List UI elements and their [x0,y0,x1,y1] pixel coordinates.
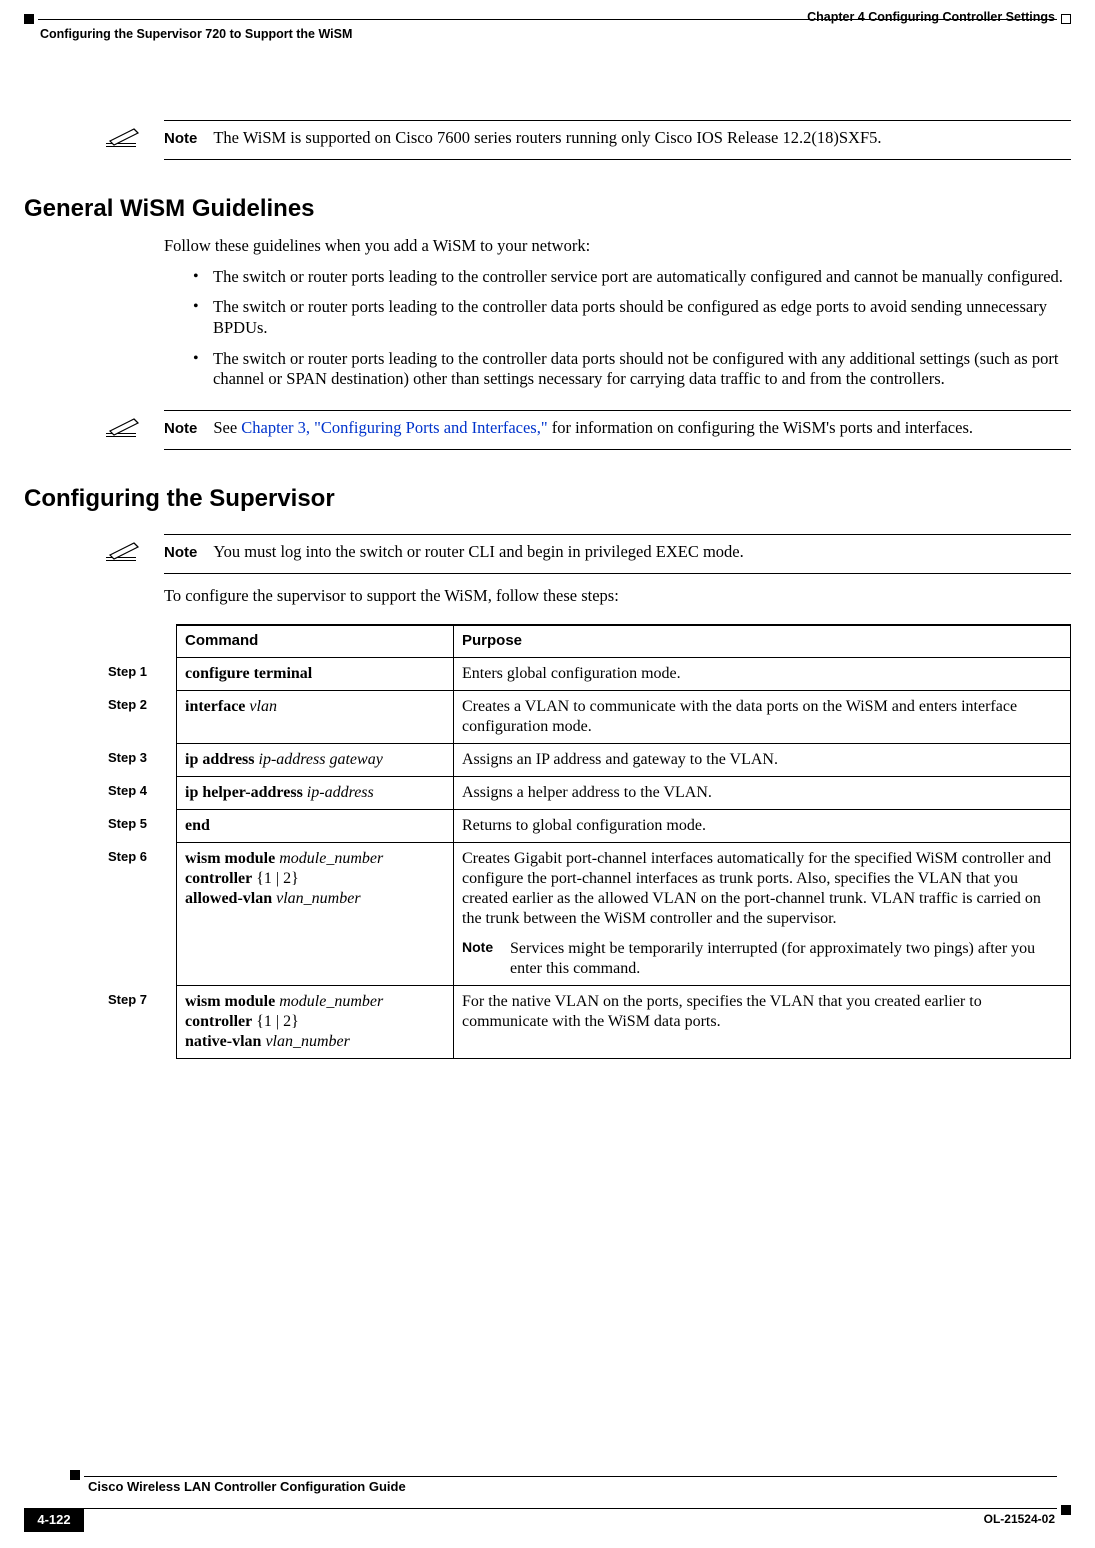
note-text: The WiSM is supported on Cisco 7600 seri… [213,127,1071,149]
command-cell: ip helper-address ip-address [177,777,454,810]
table-row: Step 6 wism module module_number control… [104,843,1071,986]
note-label: Note [164,417,197,439]
footer-rule-bottom [84,1508,1057,1509]
note-label: Note [164,541,197,563]
command-cell: wism module module_number controller {1 … [177,843,454,986]
footer-book-title: Cisco Wireless LAN Controller Configurat… [88,1479,1071,1495]
command-cell: end [177,810,454,843]
footer-rule-top [84,1476,1057,1477]
purpose-cell: Enters global configuration mode. [454,658,1071,691]
note-text: See Chapter 3, "Configuring Ports and In… [213,417,1071,439]
note-rule-top [164,120,1071,121]
footer-doc-id: OL-21524-02 [984,1512,1055,1527]
inline-note-label: Note [462,939,510,979]
guidelines-bullet: The switch or router ports leading to th… [189,349,1071,390]
inline-note-text: Services might be temporarily interrupte… [510,939,1062,979]
note-rule-bottom [164,573,1071,574]
header-left-square-icon [24,14,34,24]
note-label: Note [164,127,197,149]
note-block: Note You must log into the switch or rou… [104,534,1071,574]
purpose-cell: Assigns an IP address and gateway to the… [454,744,1071,777]
note-pencil-icon [104,541,154,567]
table-row: Step 3 ip address ip-address gateway Ass… [104,744,1071,777]
table-row: Step 1 configure terminal Enters global … [104,658,1071,691]
purpose-cell: Creates Gigabit port-channel interfaces … [454,843,1071,986]
footer-right-square-icon [1061,1505,1071,1515]
inline-note: Note Services might be temporarily inter… [462,939,1062,979]
guidelines-intro: Follow these guidelines when you add a W… [164,236,1071,257]
command-cell: wism module module_number controller {1 … [177,986,454,1059]
command-cell: interface vlan [177,691,454,744]
note-pencil-icon [104,127,154,153]
guidelines-bullet: The switch or router ports leading to th… [189,297,1071,338]
note-rule-bottom [164,449,1071,450]
step-label: Step 6 [104,843,177,986]
note-rule-top [164,410,1071,411]
step-label: Step 1 [104,658,177,691]
table-header-command: Command [177,625,454,657]
purpose-cell: Assigns a helper address to the VLAN. [454,777,1071,810]
step-label: Step 3 [104,744,177,777]
note-link[interactable]: Chapter 3, "Configuring Ports and Interf… [241,418,547,437]
page-content: Note The WiSM is supported on Cisco 7600… [24,100,1071,1059]
running-header: Chapter 4 Configuring Controller Setting… [24,14,1071,36]
note-text: You must log into the switch or router C… [213,541,1071,563]
table-row: Step 2 interface vlan Creates a VLAN to … [104,691,1071,744]
purpose-cell: For the native VLAN on the ports, specif… [454,986,1071,1059]
page-number: 4-122 [24,1508,84,1532]
note-rule-top [164,534,1071,535]
header-section: Configuring the Supervisor 720 to Suppor… [40,27,352,43]
running-footer: Cisco Wireless LAN Controller Configurat… [24,1476,1071,1532]
command-cell: ip address ip-address gateway [177,744,454,777]
table-header-purpose: Purpose [454,625,1071,657]
note-block: Note See Chapter 3, "Configuring Ports a… [104,410,1071,450]
purpose-cell: Returns to global configuration mode. [454,810,1071,843]
steps-intro: To configure the supervisor to support t… [164,586,1071,607]
step-label: Step 7 [104,986,177,1059]
command-table: Command Purpose Step 1 configure termina… [104,624,1071,1059]
guidelines-bullet: The switch or router ports leading to th… [189,267,1071,288]
note-post: for information on configuring the WiSM'… [548,418,973,437]
note-rule-bottom [164,159,1071,160]
table-row: Step 5 end Returns to global configurati… [104,810,1071,843]
header-right-square-icon [1061,14,1071,24]
step-label: Step 4 [104,777,177,810]
heading-configuring-supervisor: Configuring the Supervisor [24,484,1071,514]
purpose-cell: Creates a VLAN to communicate with the d… [454,691,1071,744]
footer-square-icon [70,1470,80,1480]
table-row: Step 7 wism module module_number control… [104,986,1071,1059]
step-label: Step 5 [104,810,177,843]
note-pre: See [213,418,241,437]
note-block: Note The WiSM is supported on Cisco 7600… [104,120,1071,160]
step-label: Step 2 [104,691,177,744]
command-cell: configure terminal [177,658,454,691]
heading-general-wism-guidelines: General WiSM Guidelines [24,194,1071,224]
header-chapter: Chapter 4 Configuring Controller Setting… [807,10,1055,26]
note-pencil-icon [104,417,154,443]
table-row: Step 4 ip helper-address ip-address Assi… [104,777,1071,810]
